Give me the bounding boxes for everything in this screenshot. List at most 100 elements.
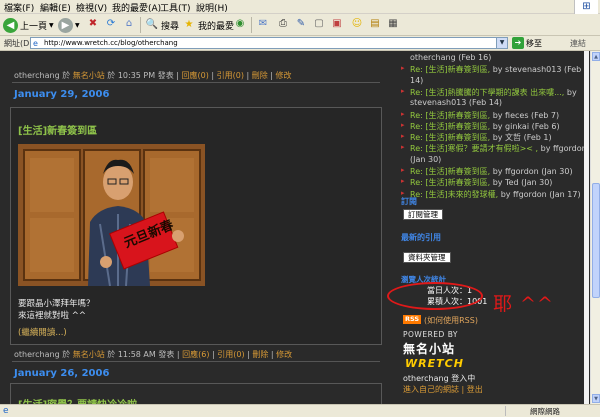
- edit-page-icon[interactable]: ✎: [294, 17, 308, 31]
- date-header: January 29, 2006: [14, 89, 110, 100]
- favorites-button[interactable]: ★ 我的最愛: [182, 17, 235, 33]
- comment-link[interactable]: Re:: [410, 133, 425, 142]
- comment-item: ▸ Re: [生活]新春簽到區, by 文哲 (Feb 1): [401, 132, 552, 143]
- comment-link[interactable]: Re:: [410, 111, 425, 120]
- comment-item: ▸ Re: [生活]新春簽到區, by ffgordon (Jan 30): [401, 166, 573, 177]
- toolbar-separator: [251, 17, 252, 33]
- comment-item: otherchang (Feb 16): [410, 53, 491, 62]
- comment-author-date: by 文哲 (Feb 1): [490, 133, 552, 143]
- rss-help-link[interactable]: (如何使用RSS): [424, 315, 478, 326]
- address-input[interactable]: e http://www.wretch.cc/blog/otherchang ▼: [30, 37, 508, 49]
- comment-author-date: by fieces (Feb 7): [490, 110, 560, 120]
- logo-text-en: WRETCH: [405, 357, 464, 370]
- comment-title[interactable]: [生活]熱騰騰的下學期的課表 出來嘍...,: [425, 88, 564, 97]
- comment-author-date: by ffgordon: [538, 144, 587, 154]
- comment-link[interactable]: Re:: [410, 178, 425, 187]
- refresh-icon[interactable]: ⟳: [104, 17, 118, 31]
- comment-bullet-icon: ▸: [401, 143, 405, 152]
- mail-icon[interactable]: ✉: [256, 17, 270, 31]
- meta-reply-link[interactable]: 回應(0): [182, 71, 209, 80]
- toolbar-extra-icon[interactable]: ▦: [386, 17, 400, 31]
- comment-author-date: by ffgordon (Jan 17): [498, 189, 581, 199]
- post-card: [生活]新春簽到區 元旦新春 要跟晶小澤拜年嗎？ 來這裡就對啦 ^^ (繼續閱讀…: [10, 107, 382, 345]
- comment-title[interactable]: [生活]新春簽到區,: [425, 167, 490, 176]
- menu-view[interactable]: 檢視(V): [76, 1, 107, 14]
- comment-title[interactable]: [生活]新春簽到區,: [425, 111, 490, 120]
- post-meta-top: otherchang 於 無名小站 於 10:35 PM 發表 | 回應(0) …: [14, 71, 292, 80]
- meta-ref-link[interactable]: 引用(0): [217, 350, 244, 359]
- comment-link[interactable]: Re:: [410, 144, 425, 153]
- comment-title[interactable]: [生活]新春簽到區,: [425, 178, 490, 187]
- comment-link[interactable]: Re:: [410, 122, 425, 131]
- back-arrow-icon: ◀: [3, 17, 18, 33]
- subscribe-manage-button[interactable]: 訂閱管理: [403, 209, 443, 220]
- messenger-smiley-icon[interactable]: ☺: [350, 17, 364, 31]
- post-photo[interactable]: 元旦新春: [18, 144, 205, 286]
- meta-at: 於: [62, 71, 71, 80]
- ie-status-icon: e: [3, 406, 9, 416]
- comment-bullet-icon: ▸: [401, 132, 405, 141]
- comment-title[interactable]: [生活]新春簽到區,: [425, 122, 490, 131]
- back-button[interactable]: ◀ 上一頁 ▼: [3, 17, 54, 33]
- comment-title[interactable]: [生活]寒假？要請才有假啦>< ,: [425, 144, 538, 153]
- address-url[interactable]: http://www.wretch.cc/blog/otherchang: [44, 39, 178, 47]
- comment-link[interactable]: Re:: [410, 88, 425, 97]
- ie-page-icon: e: [33, 39, 38, 48]
- links-label[interactable]: 連結: [570, 38, 586, 49]
- comment-title[interactable]: [生活]新春簽到區,: [425, 65, 490, 74]
- read-more-link[interactable]: (繼續閱讀...): [18, 326, 67, 338]
- meta-edit-link[interactable]: 修改: [276, 71, 292, 80]
- search-button[interactable]: 🔍 搜尋: [145, 17, 179, 33]
- meta-ref-link[interactable]: 引用(0): [217, 71, 244, 80]
- go-button[interactable]: ➔ 移至: [512, 37, 542, 49]
- toolbar: ◀ 上一頁 ▼ ▶ ▼ ✖ ⟳ ⌂ 🔍 搜尋 ★ 我的最愛 ◉ ✉ ⎙ ✎ ▢ …: [0, 14, 600, 36]
- post-body-line1: 要跟晶小澤拜年嗎？: [18, 299, 95, 309]
- comment-author-date: by: [564, 87, 577, 97]
- folder-manage-button[interactable]: 資料夾管理: [403, 252, 451, 263]
- meta-blog-link[interactable]: 無名小站: [73, 350, 105, 359]
- folder-icon[interactable]: ▤: [368, 17, 382, 31]
- meta-reply-link[interactable]: 回應(6): [182, 350, 209, 359]
- comment-link[interactable]: Re:: [410, 65, 425, 74]
- meta-blog-link[interactable]: 無名小站: [73, 71, 105, 80]
- address-dropdown-icon[interactable]: ▼: [496, 38, 507, 48]
- home-icon[interactable]: ⌂: [122, 17, 136, 31]
- scrollbar-thumb[interactable]: [592, 183, 600, 298]
- meta-at: 於: [62, 350, 71, 359]
- meta-delete-link[interactable]: 刪除: [252, 71, 268, 80]
- menu-file[interactable]: 檔案(F): [4, 1, 34, 14]
- scroll-up-arrow-icon[interactable]: ▲: [592, 52, 600, 61]
- search-icon: 🔍: [145, 19, 159, 30]
- menu-tools[interactable]: 工具(T): [160, 1, 191, 14]
- meta-time: 於 10:35 PM 發表: [107, 71, 174, 80]
- comment-title[interactable]: [生活]未來的發球權,: [425, 190, 498, 199]
- wretch-logo[interactable]: 無名小站 WRETCH: [403, 340, 463, 372]
- login-links[interactable]: 進入自己的網誌 | 登出: [403, 384, 483, 395]
- post-meta-bottom: otherchang 於 無名小站 於 11:58 AM 發表 | 回應(6) …: [14, 350, 293, 359]
- comment-title[interactable]: [生活]新春簽到區,: [425, 133, 490, 142]
- comment-author-date: (Jan 30): [410, 154, 442, 164]
- menu-help[interactable]: 說明(H): [196, 1, 228, 14]
- rss-badge[interactable]: RSS: [403, 315, 421, 324]
- menu-edit[interactable]: 編輯(E): [40, 1, 71, 14]
- discuss-icon[interactable]: ▢: [312, 17, 326, 31]
- address-bar: 網址(D) e http://www.wretch.cc/blog/otherc…: [0, 36, 600, 51]
- research-icon[interactable]: ▣: [330, 17, 344, 31]
- menu-favorites[interactable]: 我的最愛(A): [112, 1, 161, 14]
- stop-icon[interactable]: ✖: [86, 17, 100, 31]
- meta-edit-link[interactable]: 修改: [276, 350, 292, 359]
- media-icon[interactable]: ◉: [233, 17, 247, 31]
- meta-author: otherchang: [14, 350, 60, 359]
- post-card: [生活]密學？要請快冷冷啦: [10, 383, 382, 404]
- forward-arrow-icon: ▶: [58, 17, 73, 33]
- post-title-link[interactable]: [生活]密學？要請快冷冷啦: [18, 396, 137, 404]
- post-title-link[interactable]: [生活]新春簽到區: [18, 122, 97, 137]
- forward-button[interactable]: ▶ ▼: [58, 17, 80, 33]
- meta-delete-link[interactable]: 刪除: [252, 350, 268, 359]
- print-icon[interactable]: ⎙: [276, 17, 290, 31]
- status-separator: [505, 406, 506, 416]
- comment-link[interactable]: Re:: [410, 167, 425, 176]
- vertical-scrollbar[interactable]: ▲ ▼: [590, 51, 600, 404]
- address-label: 網址(D): [4, 39, 33, 48]
- scroll-down-arrow-icon[interactable]: ▼: [592, 394, 600, 403]
